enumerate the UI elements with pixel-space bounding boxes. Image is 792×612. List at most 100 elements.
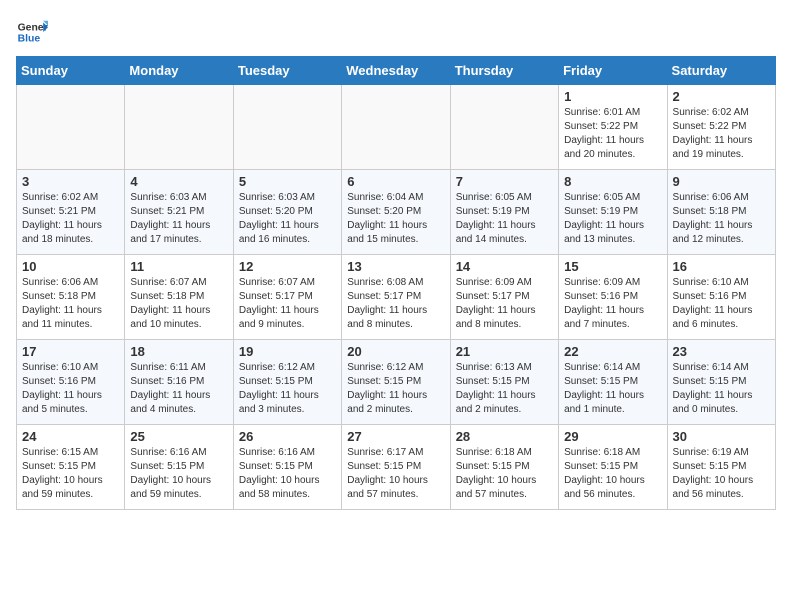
day-info: Sunrise: 6:09 AM Sunset: 5:16 PM Dayligh… — [564, 276, 661, 332]
header-sunday: Sunday — [17, 57, 125, 85]
calendar-cell: 2 Sunrise: 6:02 AM Sunset: 5:22 PM Daylig… — [667, 85, 775, 170]
day-number: 8 — [564, 174, 661, 189]
day-number: 28 — [456, 429, 553, 444]
day-info: Sunrise: 6:12 AM Sunset: 5:15 PM Dayligh… — [347, 361, 444, 417]
day-number: 3 — [22, 174, 119, 189]
day-info: Sunrise: 6:06 AM Sunset: 5:18 PM Dayligh… — [22, 276, 119, 332]
day-number: 27 — [347, 429, 444, 444]
logo-icon: General Blue — [16, 16, 48, 48]
day-number: 17 — [22, 344, 119, 359]
week-row-0: 1 Sunrise: 6:01 AM Sunset: 5:22 PM Daylig… — [17, 85, 776, 170]
week-row-3: 17 Sunrise: 6:10 AM Sunset: 5:16 PM Dayli… — [17, 340, 776, 425]
day-info: Sunrise: 6:02 AM Sunset: 5:21 PM Dayligh… — [22, 191, 119, 247]
day-info: Sunrise: 6:17 AM Sunset: 5:15 PM Dayligh… — [347, 446, 444, 502]
day-number: 14 — [456, 259, 553, 274]
day-number: 25 — [130, 429, 227, 444]
day-info: Sunrise: 6:01 AM Sunset: 5:22 PM Dayligh… — [564, 106, 661, 162]
day-info: Sunrise: 6:11 AM Sunset: 5:16 PM Dayligh… — [130, 361, 227, 417]
calendar-cell: 30 Sunrise: 6:19 AM Sunset: 5:15 PM Dayli… — [667, 425, 775, 510]
day-info: Sunrise: 6:14 AM Sunset: 5:15 PM Dayligh… — [564, 361, 661, 417]
day-number: 9 — [673, 174, 770, 189]
day-info: Sunrise: 6:14 AM Sunset: 5:15 PM Dayligh… — [673, 361, 770, 417]
day-info: Sunrise: 6:07 AM Sunset: 5:17 PM Dayligh… — [239, 276, 336, 332]
calendar-cell: 9Sunrise: 6:06 AM Sunset: 5:18 PM Daylig… — [667, 170, 775, 255]
day-number: 1 — [564, 89, 661, 104]
calendar-cell: 3 Sunrise: 6:02 AM Sunset: 5:21 PM Daylig… — [17, 170, 125, 255]
logo: General Blue — [16, 16, 52, 48]
day-info: Sunrise: 6:09 AM Sunset: 5:17 PM Dayligh… — [456, 276, 553, 332]
day-info: Sunrise: 6:10 AM Sunset: 5:16 PM Dayligh… — [22, 361, 119, 417]
calendar-cell — [17, 85, 125, 170]
day-info: Sunrise: 6:07 AM Sunset: 5:18 PM Dayligh… — [130, 276, 227, 332]
calendar-cell: 12 Sunrise: 6:07 AM Sunset: 5:17 PM Dayli… — [233, 255, 341, 340]
day-info: Sunrise: 6:16 AM Sunset: 5:15 PM Dayligh… — [130, 446, 227, 502]
day-number: 15 — [564, 259, 661, 274]
header-wednesday: Wednesday — [342, 57, 450, 85]
day-info: Sunrise: 6:15 AM Sunset: 5:15 PM Dayligh… — [22, 446, 119, 502]
header-monday: Monday — [125, 57, 233, 85]
day-number: 21 — [456, 344, 553, 359]
day-info: Sunrise: 6:12 AM Sunset: 5:15 PM Dayligh… — [239, 361, 336, 417]
day-info: Sunrise: 6:02 AM Sunset: 5:22 PM Dayligh… — [673, 106, 770, 162]
header-row: SundayMondayTuesdayWednesdayThursdayFrid… — [17, 57, 776, 85]
calendar-cell — [342, 85, 450, 170]
day-number: 30 — [673, 429, 770, 444]
day-number: 7 — [456, 174, 553, 189]
calendar-cell: 29 Sunrise: 6:18 AM Sunset: 5:15 PM Dayli… — [559, 425, 667, 510]
calendar-cell: 18 Sunrise: 6:11 AM Sunset: 5:16 PM Dayli… — [125, 340, 233, 425]
calendar-cell: 5 Sunrise: 6:03 AM Sunset: 5:20 PM Daylig… — [233, 170, 341, 255]
calendar-cell: 25 Sunrise: 6:16 AM Sunset: 5:15 PM Dayli… — [125, 425, 233, 510]
calendar-cell: 4Sunrise: 6:03 AM Sunset: 5:21 PM Daylig… — [125, 170, 233, 255]
day-number: 23 — [673, 344, 770, 359]
day-number: 12 — [239, 259, 336, 274]
week-row-4: 24Sunrise: 6:15 AM Sunset: 5:15 PM Dayli… — [17, 425, 776, 510]
calendar-cell: 14 Sunrise: 6:09 AM Sunset: 5:17 PM Dayli… — [450, 255, 558, 340]
day-info: Sunrise: 6:04 AM Sunset: 5:20 PM Dayligh… — [347, 191, 444, 247]
day-number: 5 — [239, 174, 336, 189]
day-number: 18 — [130, 344, 227, 359]
day-number: 29 — [564, 429, 661, 444]
header: General Blue — [16, 16, 776, 48]
calendar-cell: 10Sunrise: 6:06 AM Sunset: 5:18 PM Dayli… — [17, 255, 125, 340]
calendar-cell: 23 Sunrise: 6:14 AM Sunset: 5:15 PM Dayli… — [667, 340, 775, 425]
day-info: Sunrise: 6:05 AM Sunset: 5:19 PM Dayligh… — [456, 191, 553, 247]
calendar-cell: 16 Sunrise: 6:10 AM Sunset: 5:16 PM Dayli… — [667, 255, 775, 340]
calendar-cell — [233, 85, 341, 170]
day-number: 22 — [564, 344, 661, 359]
header-friday: Friday — [559, 57, 667, 85]
calendar-cell: 11 Sunrise: 6:07 AM Sunset: 5:18 PM Dayli… — [125, 255, 233, 340]
day-number: 19 — [239, 344, 336, 359]
calendar-cell: 26Sunrise: 6:16 AM Sunset: 5:15 PM Dayli… — [233, 425, 341, 510]
day-info: Sunrise: 6:18 AM Sunset: 5:15 PM Dayligh… — [564, 446, 661, 502]
calendar-cell: 22 Sunrise: 6:14 AM Sunset: 5:15 PM Dayli… — [559, 340, 667, 425]
week-row-1: 3 Sunrise: 6:02 AM Sunset: 5:21 PM Daylig… — [17, 170, 776, 255]
day-number: 13 — [347, 259, 444, 274]
calendar-cell: 6 Sunrise: 6:04 AM Sunset: 5:20 PM Daylig… — [342, 170, 450, 255]
day-number: 20 — [347, 344, 444, 359]
calendar-cell: 21 Sunrise: 6:13 AM Sunset: 5:15 PM Dayli… — [450, 340, 558, 425]
day-number: 16 — [673, 259, 770, 274]
day-info: Sunrise: 6:08 AM Sunset: 5:17 PM Dayligh… — [347, 276, 444, 332]
day-info: Sunrise: 6:03 AM Sunset: 5:21 PM Dayligh… — [130, 191, 227, 247]
calendar-cell: 8 Sunrise: 6:05 AM Sunset: 5:19 PM Daylig… — [559, 170, 667, 255]
calendar-cell: 15 Sunrise: 6:09 AM Sunset: 5:16 PM Dayli… — [559, 255, 667, 340]
header-tuesday: Tuesday — [233, 57, 341, 85]
calendar-cell — [450, 85, 558, 170]
day-number: 2 — [673, 89, 770, 104]
calendar-cell: 28Sunrise: 6:18 AM Sunset: 5:15 PM Dayli… — [450, 425, 558, 510]
calendar-cell: 19 Sunrise: 6:12 AM Sunset: 5:15 PM Dayli… — [233, 340, 341, 425]
calendar-cell: 24Sunrise: 6:15 AM Sunset: 5:15 PM Dayli… — [17, 425, 125, 510]
day-info: Sunrise: 6:13 AM Sunset: 5:15 PM Dayligh… — [456, 361, 553, 417]
calendar-cell: 7 Sunrise: 6:05 AM Sunset: 5:19 PM Daylig… — [450, 170, 558, 255]
calendar-cell: 13 Sunrise: 6:08 AM Sunset: 5:17 PM Dayli… — [342, 255, 450, 340]
header-thursday: Thursday — [450, 57, 558, 85]
calendar-cell — [125, 85, 233, 170]
day-info: Sunrise: 6:10 AM Sunset: 5:16 PM Dayligh… — [673, 276, 770, 332]
day-info: Sunrise: 6:05 AM Sunset: 5:19 PM Dayligh… — [564, 191, 661, 247]
day-number: 11 — [130, 259, 227, 274]
day-info: Sunrise: 6:19 AM Sunset: 5:15 PM Dayligh… — [673, 446, 770, 502]
header-saturday: Saturday — [667, 57, 775, 85]
day-info: Sunrise: 6:03 AM Sunset: 5:20 PM Dayligh… — [239, 191, 336, 247]
day-number: 26 — [239, 429, 336, 444]
day-number: 6 — [347, 174, 444, 189]
